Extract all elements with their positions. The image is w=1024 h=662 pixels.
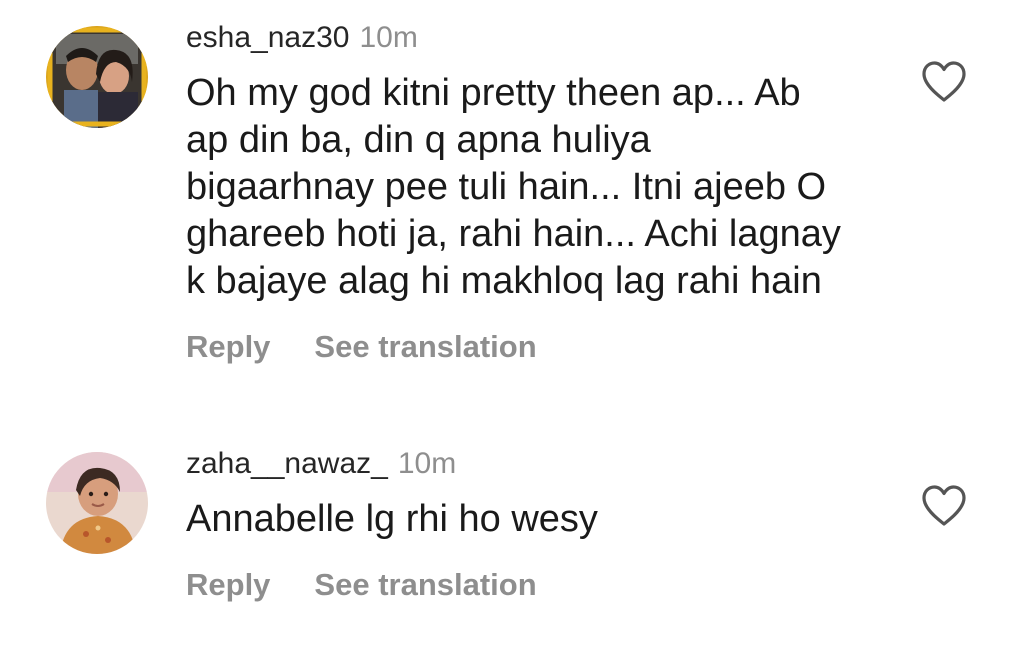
heart-outline-icon xyxy=(922,485,966,526)
reply-button[interactable]: Reply xyxy=(186,567,270,602)
comment-text: Oh my god kitni pretty theen ap... Ab ap… xyxy=(186,70,886,305)
timestamp: 10m xyxy=(359,21,418,54)
comment-text-line: Annabelle lg rhi ho wesy xyxy=(186,498,598,540)
like-button[interactable] xyxy=(920,484,968,528)
comment-text-line: ghareeb hoti ja, rahi hain... Achi lagna… xyxy=(186,213,841,255)
comment-item: esha_naz30 10m Oh my god kitni pretty the… xyxy=(0,18,1024,378)
avatar-photo xyxy=(46,26,148,128)
comment-item: zaha__nawaz_ 10m Annabelle lg rhi ho wesy… xyxy=(0,444,1024,624)
comment-text-line: Oh my god kitni pretty theen ap... Ab xyxy=(186,72,801,114)
comment-meta: zaha__nawaz_ 10m xyxy=(186,444,886,486)
comment-actions: Reply See translation xyxy=(186,567,886,603)
username[interactable]: esha_naz30 xyxy=(186,21,349,54)
reply-button[interactable]: Reply xyxy=(186,329,270,364)
like-button[interactable] xyxy=(920,60,968,104)
avatar[interactable] xyxy=(46,26,148,128)
comment-content: esha_naz30 10m Oh my god kitni pretty the… xyxy=(186,18,886,365)
comment-content: zaha__nawaz_ 10m Annabelle lg rhi ho wesy… xyxy=(186,444,886,603)
comment-meta: esha_naz30 10m xyxy=(186,18,886,60)
comment-text-line: ap din ba, din q apna huliya xyxy=(186,119,651,161)
comment-text-line: bigaarhnay pee tuli hain... Itni ajeeb O xyxy=(186,166,827,208)
avatar-photo xyxy=(46,452,148,554)
heart-outline-icon xyxy=(922,61,966,102)
avatar[interactable] xyxy=(46,452,148,554)
comment-actions: Reply See translation xyxy=(186,329,886,365)
see-translation-button[interactable]: See translation xyxy=(314,567,536,602)
comment-text-line: k bajaye alag hi makhloq lag rahi hain xyxy=(186,260,822,302)
username[interactable]: zaha__nawaz_ xyxy=(186,447,388,480)
timestamp: 10m xyxy=(397,447,457,480)
comment-text: Annabelle lg rhi ho wesy xyxy=(186,496,886,543)
see-translation-button[interactable]: See translation xyxy=(314,329,536,364)
